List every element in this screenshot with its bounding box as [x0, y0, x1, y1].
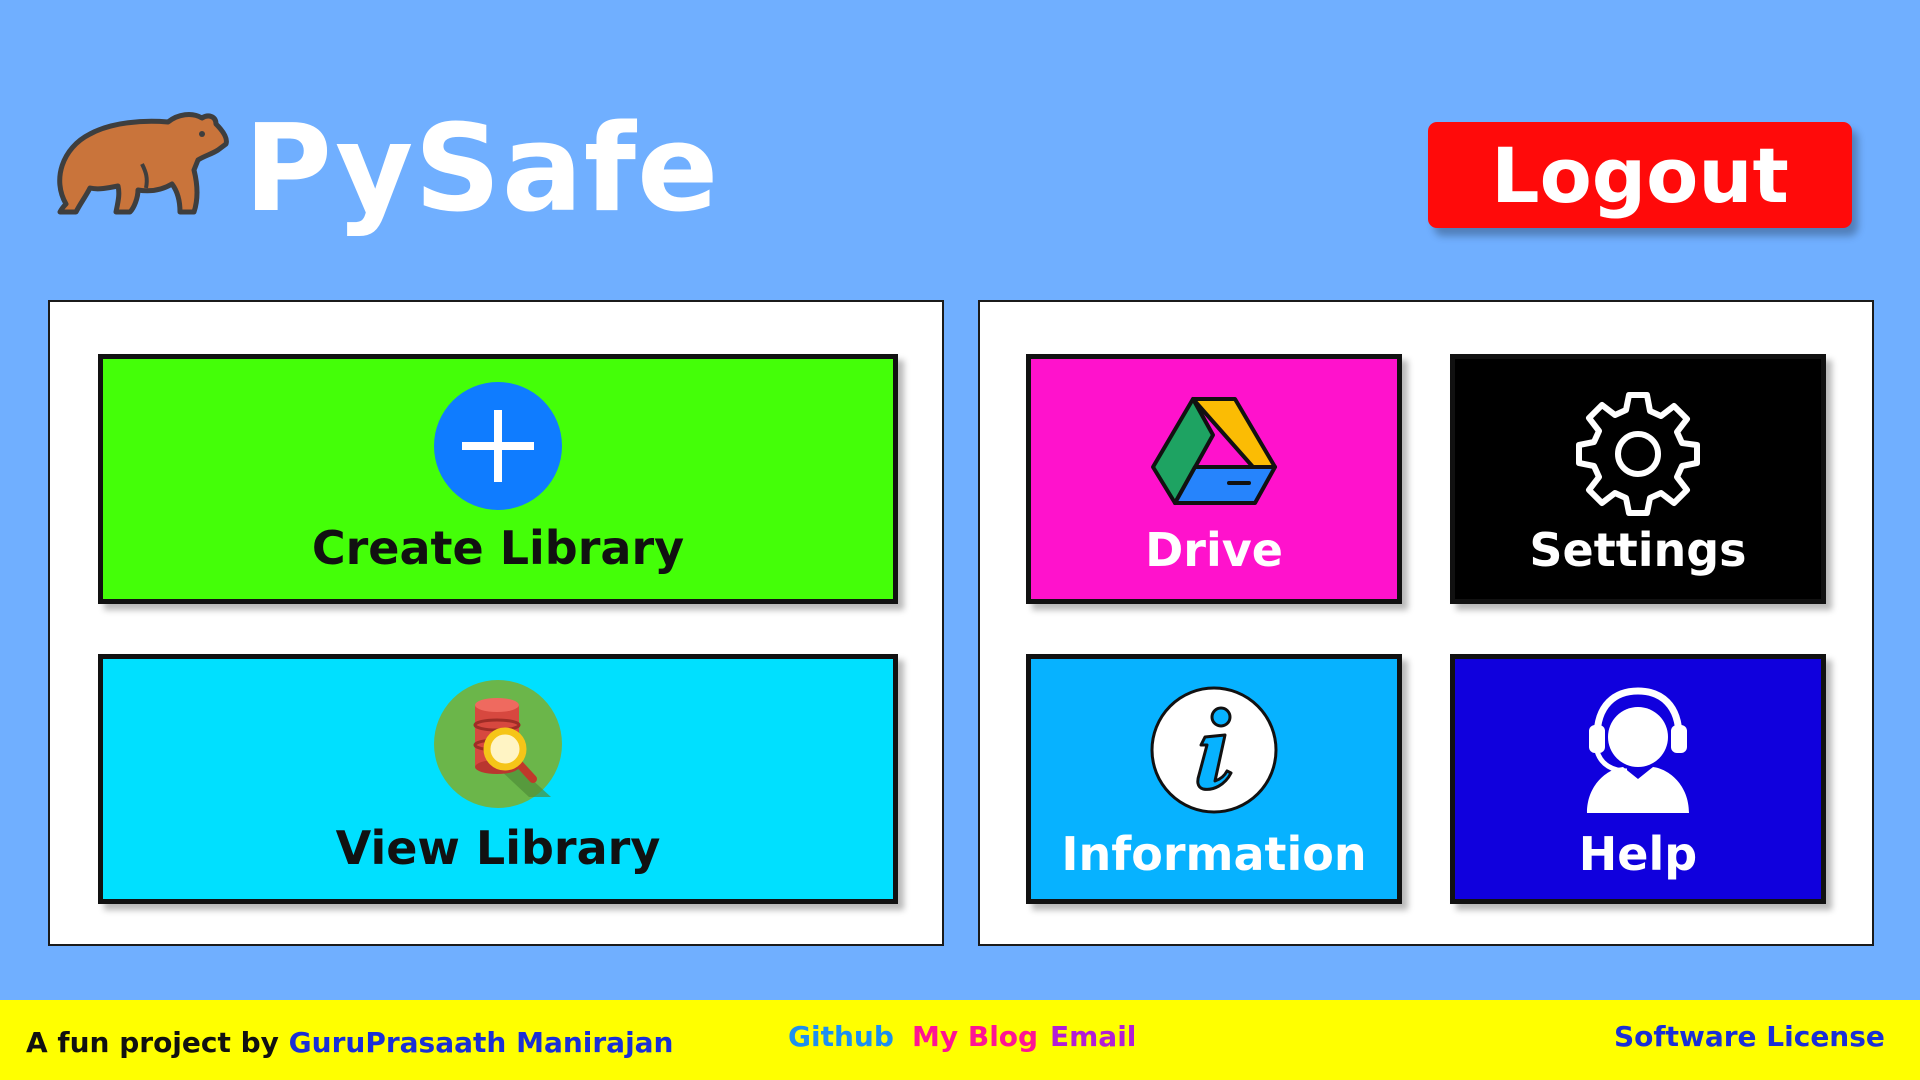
software-license-link[interactable]: Software License: [1614, 1020, 1885, 1053]
info-icon: [1150, 686, 1278, 814]
settings-label: Settings: [1529, 523, 1747, 577]
drive-label: Drive: [1145, 523, 1283, 577]
plus-circle-icon: [434, 382, 562, 510]
app-window: PySafe Logout Create Library View Librar…: [0, 0, 1920, 1080]
view-library-button[interactable]: View Library: [98, 654, 898, 904]
google-drive-icon: [1151, 397, 1277, 505]
footer-credit: A fun project by GuruPrasaath Manirajan: [26, 1026, 674, 1059]
footer-bar: A fun project by GuruPrasaath Manirajan …: [0, 1000, 1920, 1080]
drive-button[interactable]: Drive: [1026, 354, 1402, 604]
blog-link[interactable]: My Blog: [912, 1020, 1038, 1053]
help-label: Help: [1578, 827, 1698, 881]
create-library-button[interactable]: Create Library: [98, 354, 898, 604]
options-panel: Drive Settings Information Help: [978, 300, 1874, 946]
headset-support-icon: [1587, 687, 1689, 813]
settings-button[interactable]: Settings: [1450, 354, 1826, 604]
app-title: PySafe: [244, 100, 720, 239]
help-button[interactable]: Help: [1450, 654, 1826, 904]
logout-button[interactable]: Logout: [1428, 122, 1852, 228]
view-library-label: View Library: [335, 821, 661, 875]
database-search-icon: [434, 680, 562, 808]
github-link[interactable]: Github: [788, 1020, 894, 1053]
information-button[interactable]: Information: [1026, 654, 1402, 904]
gear-icon: [1576, 392, 1700, 516]
credit-prefix: A fun project by: [26, 1026, 289, 1059]
email-link[interactable]: Email: [1050, 1020, 1136, 1053]
create-library-label: Create Library: [311, 521, 685, 575]
author-name-link[interactable]: GuruPrasaath Manirajan: [289, 1026, 674, 1059]
information-label: Information: [1061, 827, 1367, 881]
bear-icon: [57, 112, 229, 215]
library-panel: Create Library View Library: [48, 300, 944, 946]
